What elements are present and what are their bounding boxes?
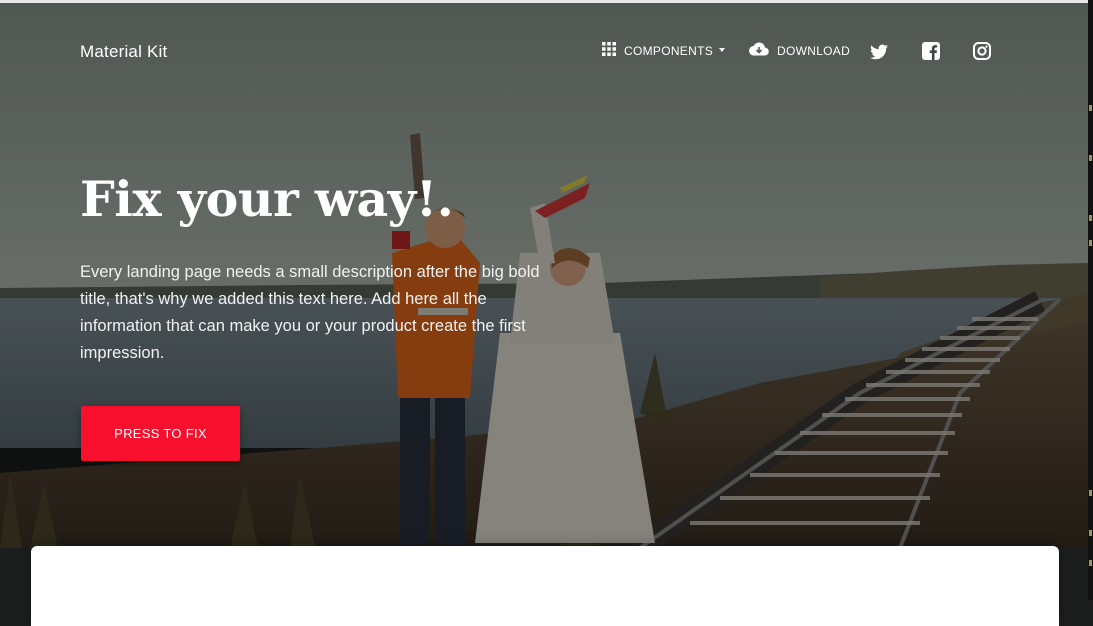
caret-down-icon [719, 47, 726, 52]
instagram-icon[interactable] [973, 42, 993, 62]
brand-link[interactable]: Material Kit [80, 42, 167, 62]
components-label: COMPONENTS [624, 43, 714, 58]
main-content-card [31, 546, 1059, 626]
download-label: DOWNLOAD [777, 43, 851, 58]
twitter-icon[interactable] [870, 42, 890, 62]
cloud-download-icon [749, 42, 769, 59]
window-edge-strip [1088, 0, 1093, 600]
navbar: Material Kit COMPONENTS DOWNLOAD [0, 0, 1088, 105]
components-dropdown[interactable]: COMPONENTS [602, 42, 726, 59]
press-to-fix-button[interactable]: PRESS TO FIX [81, 406, 240, 461]
hero-description: Every landing page needs a small descrip… [80, 263, 540, 362]
apps-grid-icon [602, 42, 616, 59]
facebook-icon[interactable] [922, 42, 942, 62]
download-link[interactable]: DOWNLOAD [749, 42, 850, 59]
hero-title: Fix your way!. [80, 170, 454, 228]
